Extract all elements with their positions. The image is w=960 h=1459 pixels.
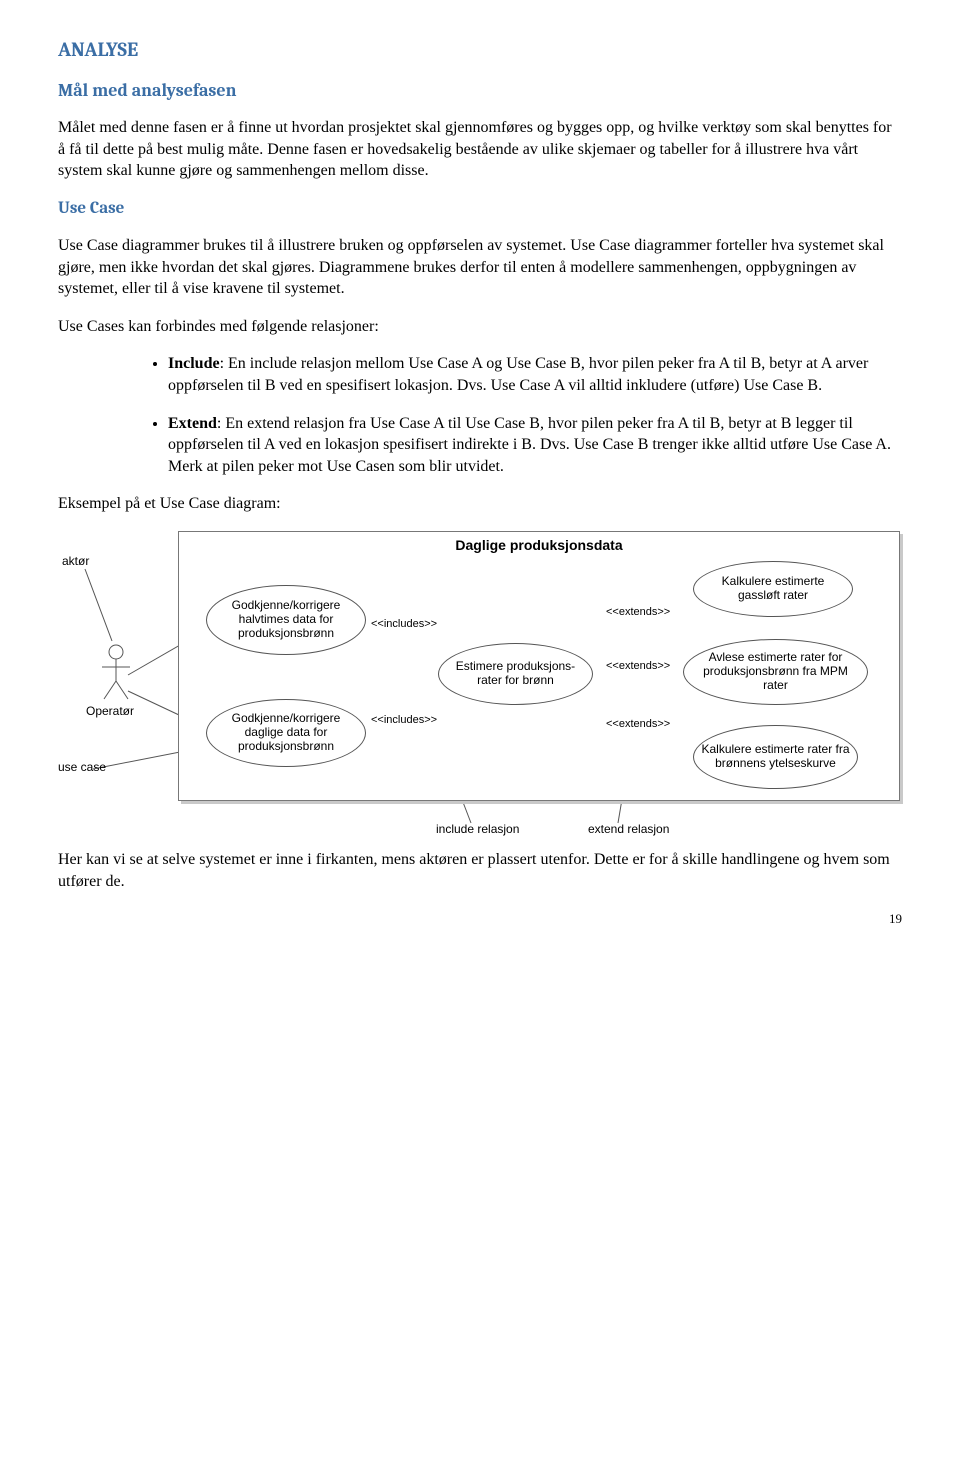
relation-include: Include: En include relasjon mellom Use …: [168, 353, 902, 396]
system-title: Daglige produksjonsdata: [179, 536, 899, 555]
relation-extend: Extend: En extend relasjon fra Use Case …: [168, 413, 902, 478]
heading-usecase: Use Case: [58, 198, 902, 221]
label-includes-2: <<includes>>: [371, 713, 437, 728]
usecase-r1: Kalkulere estimerte gassløft rater: [693, 561, 853, 617]
example-intro: Eksempel på et Use Case diagram:: [58, 493, 902, 515]
actor-name: Operatør: [86, 703, 134, 719]
label-extends-3: <<extends>>: [606, 717, 670, 732]
relation-extend-text: : En extend relasjon fra Use Case A til …: [168, 415, 891, 475]
label-includes-1: <<includes>>: [371, 617, 437, 632]
usecase-center: Estimere produksjons- rater for brønn: [438, 643, 593, 705]
usecase-uc1: Godkjenne/korrigere halvtimes data for p…: [206, 585, 366, 655]
legend-usecase: use case: [58, 759, 106, 775]
paragraph-after-diagram: Her kan vi se at selve systemet er inne …: [58, 849, 902, 892]
relation-include-text: : En include relasjon mellom Use Case A …: [168, 355, 868, 394]
legend-include-relation: include relasjon: [436, 821, 519, 837]
heading-mal: Mål med analysefasen: [58, 79, 902, 103]
actor-icon: [98, 643, 134, 705]
usecase-diagram: Daglige produksjonsdata aktør Operatør u…: [58, 531, 902, 841]
usecase-uc2: Godkjenne/korrigere daglige data for pro…: [206, 699, 366, 767]
legend-actor: aktør: [62, 553, 89, 569]
label-extends-2: <<extends>>: [606, 659, 670, 674]
paragraph-usecase-1: Use Case diagrammer brukes til å illustr…: [58, 235, 902, 300]
paragraph-usecase-2: Use Cases kan forbindes med følgende rel…: [58, 316, 902, 338]
relations-list: Include: En include relasjon mellom Use …: [168, 353, 902, 477]
label-extends-1: <<extends>>: [606, 605, 670, 620]
legend-extend-relation: extend relasjon: [588, 821, 669, 837]
usecase-r2: Avlese estimerte rater for produksjonsbr…: [683, 639, 868, 705]
heading-analyse: ANALYSE: [58, 36, 902, 63]
relation-include-lead: Include: [168, 355, 220, 372]
paragraph-intro: Målet med denne fasen er å finne ut hvor…: [58, 117, 902, 182]
usecase-r3: Kalkulere estimerte rater fra brønnens y…: [693, 725, 858, 789]
relation-extend-lead: Extend: [168, 415, 217, 432]
page-number: 19: [58, 910, 902, 928]
